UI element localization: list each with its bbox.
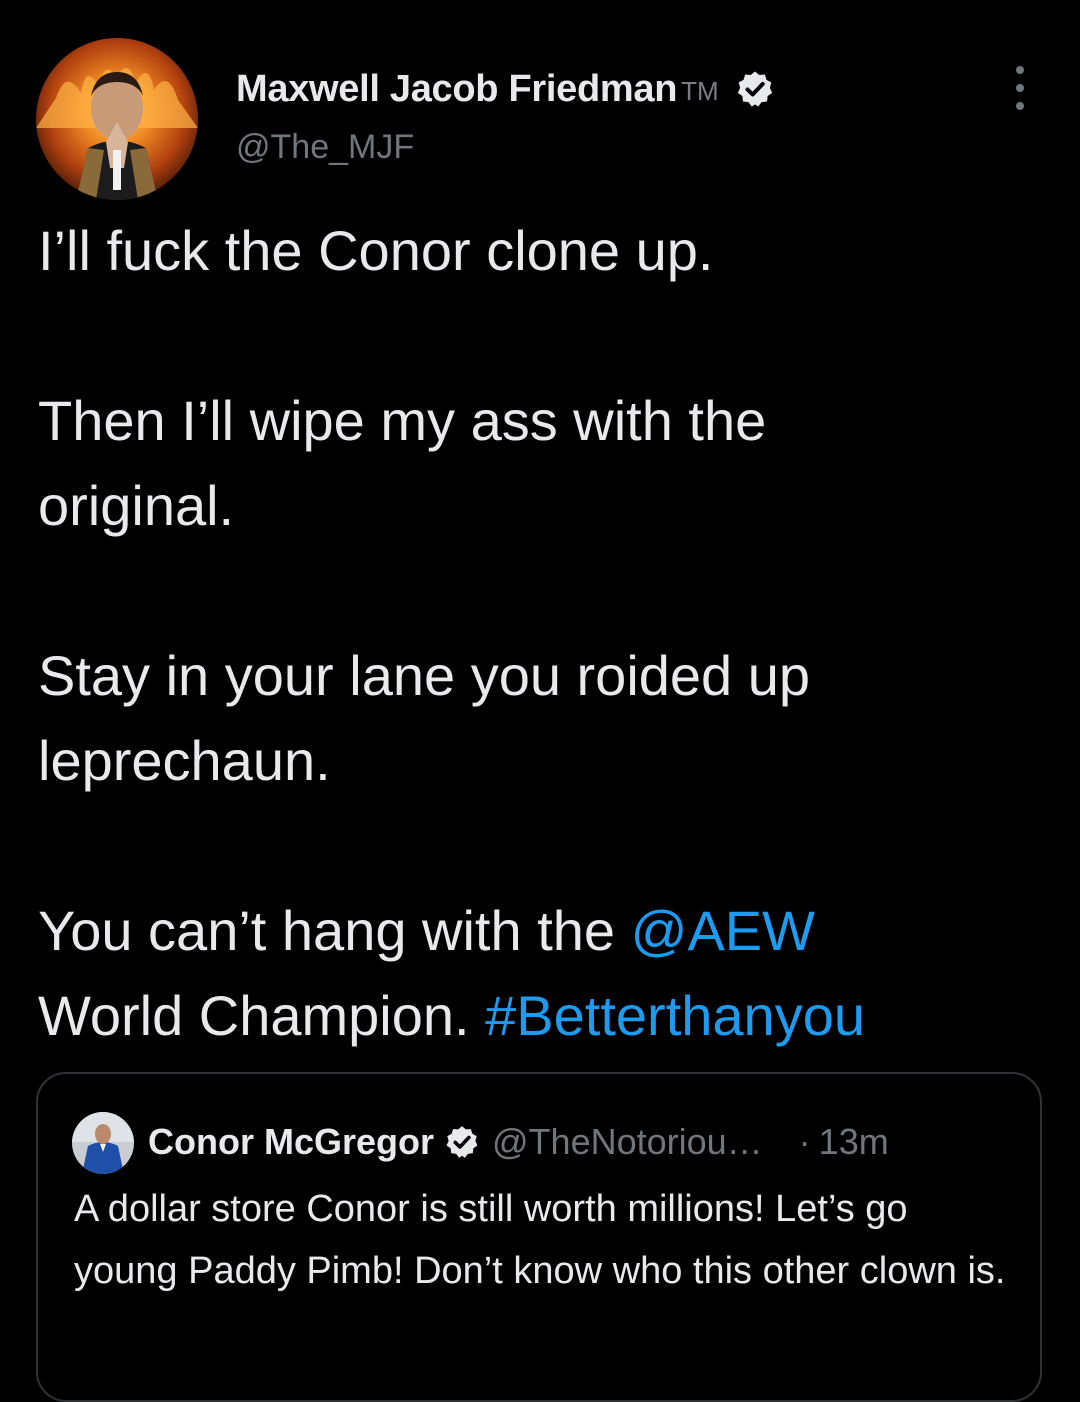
tweet-paragraph: I’ll fuck the Conor clone up. — [38, 219, 714, 282]
quoted-author-handle[interactable]: @TheNotoriou… — [492, 1121, 763, 1163]
tweet: Maxwell Jacob Friedman TM @The_MJF I’ll … — [0, 0, 1080, 1402]
quoted-author-name[interactable]: Conor McGregor — [148, 1121, 434, 1163]
tweet-text-segment: World Champion. — [38, 984, 486, 1047]
quoted-avatar-image — [72, 1112, 134, 1174]
more-horizontal-icon[interactable] — [1002, 66, 1038, 110]
quoted-separator: · — [798, 1121, 811, 1162]
author-name[interactable]: Maxwell Jacob Friedman — [236, 68, 677, 111]
avatar-image — [36, 38, 198, 200]
hashtag-link[interactable]: #Betterthanyou — [485, 984, 865, 1047]
quoted-tweet-text: A dollar store Conor is still worth mill… — [74, 1188, 1006, 1292]
tweet-text: I’ll fuck the Conor clone up. Then I’ll … — [38, 208, 1048, 1058]
more-dot — [1016, 66, 1024, 74]
trademark-label: TM — [681, 75, 719, 106]
author-name-row[interactable]: Maxwell Jacob Friedman TM — [236, 64, 775, 114]
tweet-text-segment: You can’t hang with the — [38, 899, 631, 962]
verified-badge-icon[interactable] — [735, 69, 775, 109]
tweet-paragraph-last: You can’t hang with the @AEW World Champ… — [38, 888, 1048, 1058]
author-handle[interactable]: @The_MJF — [236, 128, 414, 167]
tweet-paragraph: Stay in your lane you roided up leprecha… — [38, 644, 811, 792]
quoted-tweet[interactable]: Conor McGregor @TheNotoriou… · 13m A dol… — [36, 1072, 1042, 1402]
quoted-header: Conor McGregor @TheNotoriou… · 13m — [148, 1114, 889, 1170]
quoted-timestamp[interactable]: 13m — [819, 1121, 889, 1163]
quoted-verified-badge-icon[interactable] — [444, 1124, 480, 1160]
quoted-author-avatar[interactable] — [72, 1112, 134, 1174]
more-dot — [1016, 84, 1024, 92]
more-dot — [1016, 102, 1024, 110]
author-avatar[interactable] — [36, 38, 198, 200]
mention-link[interactable]: @AEW — [631, 899, 815, 962]
tweet-paragraph: Then I’ll wipe my ass with the original. — [38, 389, 767, 537]
